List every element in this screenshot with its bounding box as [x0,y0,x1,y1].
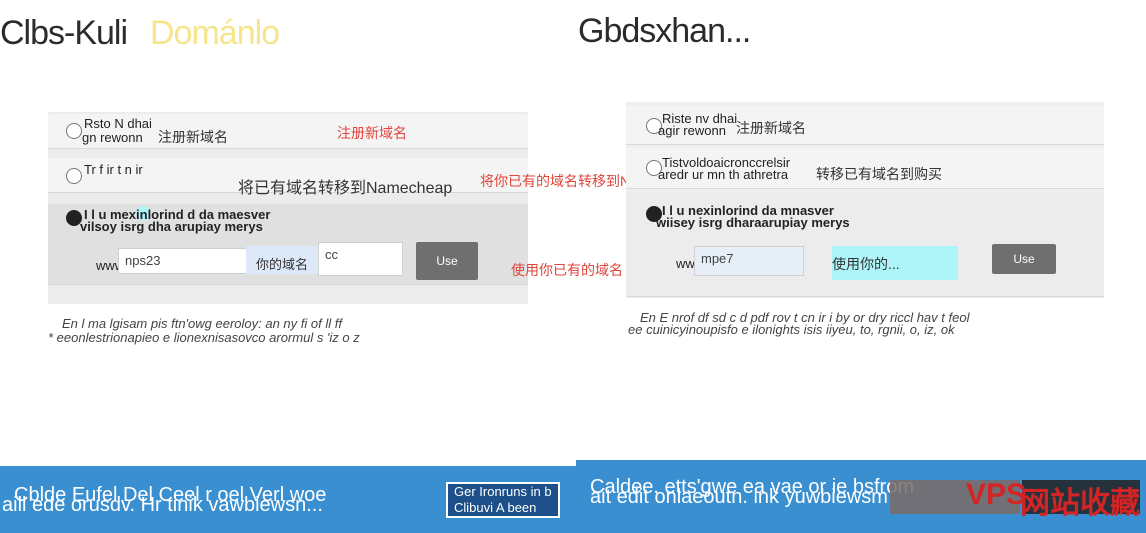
left-domain-panel: Rsto N dhai gn rewonn 注册新域名 Tr f ir t n … [48,112,528,304]
left-footnote-2: * eeonlestrionapieo e lionexnisasovco ar… [48,330,360,345]
banner-accept-line-1: Ger Ironruns in b [454,484,552,499]
right-page-title: Gbdsxhan... [578,12,751,50]
anno-existing: 使用你已有的域名 [511,262,623,278]
right-footnote-2: ee cuinicyinoupisfo e ilonights isis iiy… [628,322,955,337]
left-tld-select[interactable]: cc [318,242,403,276]
right-option-register[interactable]: Riste nv dhai agir rewonn 注册新域名 [626,106,1104,145]
left-page-title: Clbs-Kuli [0,14,128,52]
right-domain-panel: Riste nv dhai agir rewonn 注册新域名 Tistvold… [626,102,1104,298]
anno-register: 注册新域名 [337,125,407,141]
right-domain-input-value: mpe7 [701,251,734,266]
radio-transfer[interactable] [66,168,82,184]
banner-accept-line-2: Clibuvi A been [454,500,537,515]
right-option-existing-label-2: wiisey isrg dharaarupiay merys [656,215,850,230]
right-option-existing[interactable]: I l u nexinlorind da mnasver wiisey isrg… [626,192,1104,297]
right-option-transfer-cn: 转移已有域名到购买 [816,166,942,182]
right-domain-input[interactable]: mpe7 [694,246,804,276]
banner-left-line-2: aill ede orusdv. Hr tinik vawbiewsn... [2,494,323,516]
right-option-register-cn: 注册新域名 [736,120,806,136]
left-page-title-ghost: Dománlo [150,14,280,52]
option-existing-label-2: vilsoy isrg dha arupiay merys [80,219,263,234]
left-domain-input[interactable]: nps23 [118,248,248,274]
radio-register[interactable] [66,123,82,139]
left-option-register[interactable]: Rsto N dhai gn rewonn 注册新域名 [48,114,528,149]
left-footnote-1: En l ma lgisam pis ftn'owg eeroloy: an n… [62,316,342,331]
watermark-cn: 网站收藏 [1020,487,1140,520]
left-use-button[interactable]: Use [416,242,478,280]
left-domain-overlay-text: 你的域名 [256,257,309,272]
left-domain-input-value: nps23 [125,253,161,268]
left-option-transfer[interactable]: Tr f ir t n ir 将已有域名转移到Namecheap [48,158,528,197]
left-tld-value: cc [325,247,338,262]
left-option-existing[interactable]: I l u mexinlorind d da maesver vilsoy is… [48,204,528,285]
right-option-register-label-2: agir rewonn [658,123,726,138]
option-register-label-2: gn rewonn [82,130,143,145]
option-transfer-cn: 将已有域名转移到Namecheap [238,180,453,197]
banner-accept-button[interactable]: Ger Ironruns in b Clibuvi A been [446,482,560,518]
right-use-button[interactable]: Use [992,244,1056,274]
right-option-transfer-label-2: aredr ur mn th athretra [658,167,789,182]
banner-right-line-2: ait edit onlaeoutn. ink yuwbiewsm [590,486,888,508]
right-option-transfer[interactable]: Tistvoldoaicronccrelsir aredr ur mn th a… [626,148,1104,189]
option-register-cn: 注册新域名 [158,129,228,145]
right-domain-overlay-text: 使用你的... [832,256,900,272]
option-register-label: Rsto N dhai [84,116,152,131]
option-transfer-label: Tr f ir t n ir [84,162,143,177]
watermark-vps: VPS [966,478,1027,511]
